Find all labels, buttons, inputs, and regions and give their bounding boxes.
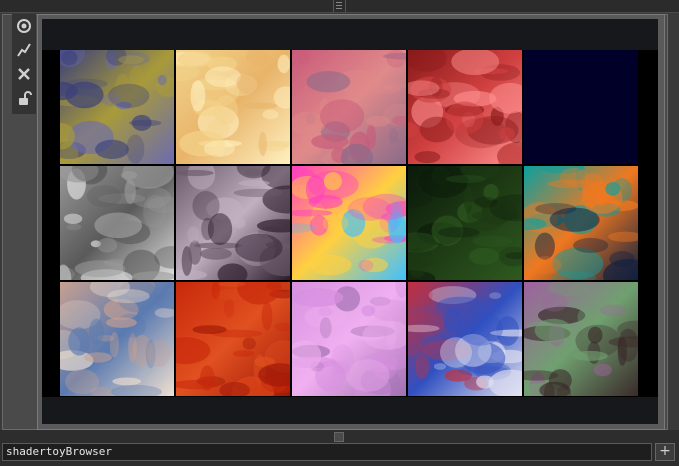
shader-thumbnail-psychedelic-swirl[interactable] [292, 166, 406, 280]
shader-thumbnail-purple-cells[interactable] [524, 282, 638, 396]
top-pane-strip [0, 0, 679, 13]
target-icon [17, 19, 31, 33]
shader-thumbnail-green-fog[interactable] [408, 166, 522, 280]
graph-icon [17, 43, 31, 57]
add-pane-button[interactable]: + [655, 443, 675, 461]
close-icon [18, 68, 30, 80]
plus-icon: + [659, 443, 671, 459]
shader-thumbnail-cream-waves[interactable] [176, 50, 290, 164]
shader-thumbnail-red-cells[interactable] [408, 50, 522, 164]
shader-thumbnail-dark-blue[interactable] [524, 50, 638, 164]
lock-button[interactable] [14, 88, 34, 108]
graph-button[interactable] [14, 40, 34, 60]
pane-splitter-handle[interactable] [334, 432, 344, 442]
shader-thumbnail-pink-marble[interactable] [292, 50, 406, 164]
viewer-toolbar [12, 14, 36, 114]
node-name-field[interactable]: shadertoyBrowser [2, 443, 652, 461]
shader-thumbnail-turquoise-worms[interactable] [524, 166, 638, 280]
shader-thumbnail-noise-blue-gold[interactable] [60, 50, 174, 164]
viewer-top-band [42, 19, 658, 50]
shader-thumbnail-violet-haze[interactable] [292, 282, 406, 396]
shader-thumbnail-grey-fibers[interactable] [60, 166, 174, 280]
shader-thumbnail-red-lava[interactable] [176, 282, 290, 396]
shader-browser-viewer[interactable] [42, 19, 658, 424]
shader-thumbnail-circuit-maze[interactable] [408, 282, 522, 396]
shader-thumbnail-blue-blobs[interactable] [60, 282, 174, 396]
lock-icon [19, 91, 32, 105]
viewer-target-button[interactable] [14, 16, 34, 36]
pane-splitter-grip[interactable] [336, 2, 342, 10]
top-pane-right [345, 0, 679, 12]
thumbnail-grid [60, 50, 640, 398]
close-button[interactable] [14, 64, 34, 84]
viewer-bottom-band [42, 397, 658, 424]
shader-thumbnail-metal-erosion[interactable] [176, 166, 290, 280]
top-pane-left [0, 0, 334, 12]
